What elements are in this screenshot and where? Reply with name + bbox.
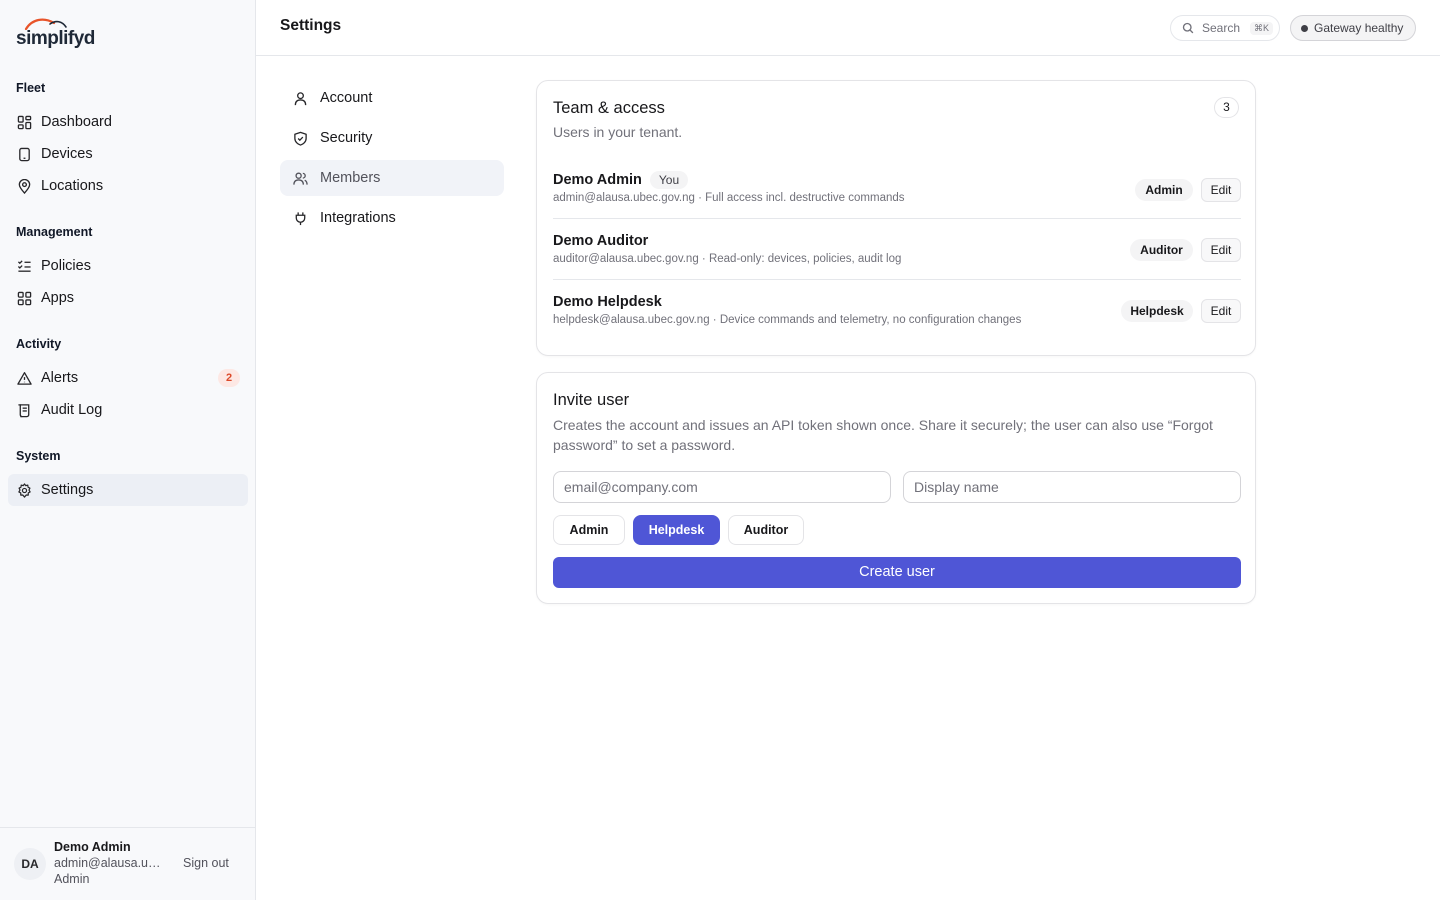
invite-user-card: Invite user Creates the account and issu… xyxy=(536,372,1256,604)
avatar[interactable]: DA xyxy=(14,848,46,880)
top-header: Settings Search ⌘K Gateway healthy xyxy=(256,0,1440,56)
member-row: Demo Auditor auditor@alausa.ubec.gov.ng … xyxy=(553,219,1241,280)
nav-group-title: Fleet xyxy=(16,81,46,95)
settings-tab-label: Security xyxy=(320,130,373,146)
grid-icon xyxy=(16,114,32,130)
edit-member-button[interactable]: Edit xyxy=(1201,299,1241,323)
settings-tab-label: Members xyxy=(320,170,381,186)
member-detail: auditor@alausa.ubec.gov.ng · Read-only: … xyxy=(553,253,902,265)
sign-out-button[interactable]: Sign out xyxy=(183,856,229,870)
sidebar-item-policies[interactable]: Policies xyxy=(8,250,248,282)
page-title: Settings xyxy=(280,17,342,34)
member-count-badge: 3 xyxy=(1214,97,1239,118)
member-name-text: Demo Admin xyxy=(553,172,642,188)
nav-group-title: Activity xyxy=(16,337,62,351)
alerts-count-badge: 2 xyxy=(218,369,240,387)
shield-check-icon xyxy=(292,130,308,146)
user-email: admin@alausa.ubec.gov.ng xyxy=(54,856,162,870)
settings-nav: Account Security Members Integrations xyxy=(280,80,504,240)
sidebar-item-alerts[interactable]: Alerts 2 xyxy=(8,362,248,394)
sidebar-item-label: Alerts xyxy=(41,370,79,386)
sidebar-item-label: Locations xyxy=(41,178,104,194)
role-chip: Helpdesk xyxy=(1121,300,1193,322)
settings-tab-members[interactable]: Members xyxy=(280,160,504,196)
settings-tab-account[interactable]: Account xyxy=(280,80,504,116)
user-icon xyxy=(292,90,308,106)
sidebar-item-label: Audit Log xyxy=(41,402,103,418)
scroll-icon xyxy=(16,402,32,418)
brand-logo[interactable]: simplifyd xyxy=(16,18,95,50)
settings-tab-label: Account xyxy=(320,90,373,106)
role-option-helpdesk[interactable]: Helpdesk xyxy=(633,515,720,545)
status-dot-icon xyxy=(1301,24,1308,32)
member-row: Demo Helpdesk helpdesk@alausa.ubec.gov.n… xyxy=(553,280,1241,341)
sidebar-item-settings[interactable]: Settings xyxy=(8,474,248,506)
sidebar-item-audit-log[interactable]: Audit Log xyxy=(8,394,248,426)
member-name: Demo Helpdesk xyxy=(553,294,662,310)
sidebar-item-label: Apps xyxy=(41,290,75,306)
sidebar-item-dashboard[interactable]: Dashboard xyxy=(8,106,248,138)
gear-icon xyxy=(16,482,32,498)
user-name: Demo Admin xyxy=(54,840,131,854)
invite-description: Creates the account and issues an API to… xyxy=(553,417,1213,453)
map-pin-icon xyxy=(16,178,32,194)
member-name-text: Demo Helpdesk xyxy=(553,294,662,310)
device-icon xyxy=(16,146,32,162)
card-title: Invite user xyxy=(553,391,630,409)
edit-member-button[interactable]: Edit xyxy=(1201,178,1241,202)
create-user-button[interactable]: Create user xyxy=(553,557,1241,588)
gateway-status-label: Gateway healthy xyxy=(1314,21,1404,35)
settings-tab-security[interactable]: Security xyxy=(280,120,504,156)
list-check-icon xyxy=(16,258,32,274)
user-panel: DA Demo Admin admin@alausa.ubec.gov.ng A… xyxy=(0,827,255,900)
sidebar-item-label: Policies xyxy=(41,258,91,274)
you-tag: You xyxy=(649,171,689,189)
plug-icon xyxy=(292,210,308,226)
role-option-admin[interactable]: Admin xyxy=(553,515,625,545)
sidebar: simplifyd Fleet Dashboard Devices Locati… xyxy=(0,0,256,900)
search-button[interactable]: Search ⌘K xyxy=(1170,15,1280,41)
nav-group-management: Management Policies Apps xyxy=(8,222,248,314)
sidebar-item-label: Devices xyxy=(41,146,93,162)
member-name: Demo Admin You xyxy=(553,171,689,189)
nav-group-activity: Activity Alerts 2 Audit Log xyxy=(8,334,248,426)
apps-grid-icon xyxy=(16,290,32,306)
logo-wordmark: simplifyd xyxy=(16,28,95,49)
nav-group-system: System Settings xyxy=(8,446,248,506)
email-input[interactable] xyxy=(553,471,891,503)
member-name-text: Demo Auditor xyxy=(553,233,649,249)
member-detail: admin@alausa.ubec.gov.ng · Full access i… xyxy=(553,192,905,204)
member-row: Demo Admin You admin@alausa.ubec.gov.ng … xyxy=(553,158,1241,219)
nav-group-title: System xyxy=(16,449,61,463)
settings-tab-label: Integrations xyxy=(320,210,396,226)
role-option-auditor[interactable]: Auditor xyxy=(728,515,804,545)
role-chip: Auditor xyxy=(1130,239,1193,261)
sidebar-item-apps[interactable]: Apps xyxy=(8,282,248,314)
member-detail: helpdesk@alausa.ubec.gov.ng · Device com… xyxy=(553,314,1022,326)
card-title: Team & access xyxy=(553,99,665,117)
settings-tab-integrations[interactable]: Integrations xyxy=(280,200,504,236)
gateway-status-badge[interactable]: Gateway healthy xyxy=(1290,15,1416,41)
sidebar-item-label: Settings xyxy=(41,482,94,498)
sidebar-item-devices[interactable]: Devices xyxy=(8,138,248,170)
search-shortcut: ⌘K xyxy=(1250,21,1274,35)
nav-group-fleet: Fleet Dashboard Devices Locations xyxy=(8,78,248,202)
team-access-card: Team & access Users in your tenant. 3 De… xyxy=(536,80,1256,356)
edit-member-button[interactable]: Edit xyxy=(1201,238,1241,262)
role-chip: Admin xyxy=(1135,179,1193,201)
logo-arc-icon xyxy=(24,18,67,30)
search-icon xyxy=(1182,22,1194,34)
display-name-input[interactable] xyxy=(903,471,1241,503)
sidebar-item-locations[interactable]: Locations xyxy=(8,170,248,202)
card-subtitle: Users in your tenant. xyxy=(553,124,683,140)
user-role: Admin xyxy=(54,872,90,886)
search-label: Search xyxy=(1202,21,1241,35)
member-name: Demo Auditor xyxy=(553,233,648,249)
nav-group-title: Management xyxy=(16,225,93,239)
warning-triangle-icon xyxy=(16,370,32,386)
sidebar-item-label: Dashboard xyxy=(41,114,112,130)
users-icon xyxy=(292,170,308,186)
